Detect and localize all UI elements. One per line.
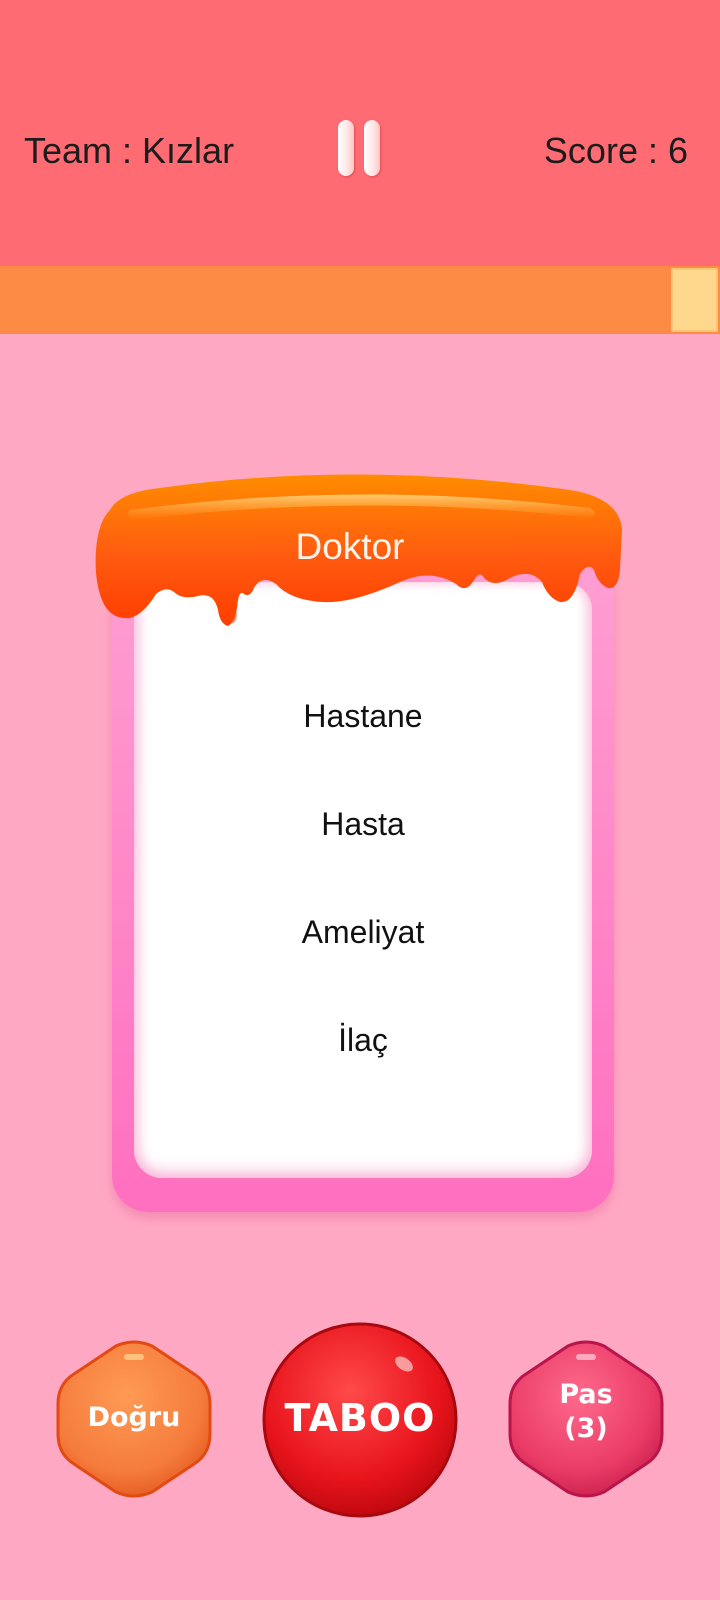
pass-label-text: Pas: [559, 1379, 613, 1410]
pass-button-label: Pas (3): [506, 1378, 666, 1446]
correct-button-label: Doğru: [87, 1402, 181, 1433]
correct-button[interactable]: Doğru: [54, 1340, 214, 1498]
team-label: Team : Kızlar: [24, 130, 235, 171]
card-panel: [134, 582, 592, 1178]
pause-button[interactable]: [334, 118, 386, 180]
pass-button[interactable]: Pas (3): [506, 1340, 666, 1498]
score-label: Score : 6: [543, 130, 688, 171]
forbidden-word: Ameliyat: [301, 914, 425, 950]
timer-remaining-fill: [671, 268, 718, 332]
forbidden-word: Hasta: [321, 806, 405, 842]
taboo-button[interactable]: TABOO: [260, 1320, 460, 1520]
target-word: Doktor: [295, 526, 405, 567]
forbidden-word: Hastane: [303, 698, 423, 734]
taboo-button-label: TABOO: [284, 1396, 436, 1440]
pass-count: (3): [564, 1413, 608, 1444]
forbidden-word: İlaç: [338, 1022, 388, 1058]
top-bar: Team : Kızlar Score : 6: [0, 0, 720, 266]
timer-bar: [0, 266, 720, 334]
